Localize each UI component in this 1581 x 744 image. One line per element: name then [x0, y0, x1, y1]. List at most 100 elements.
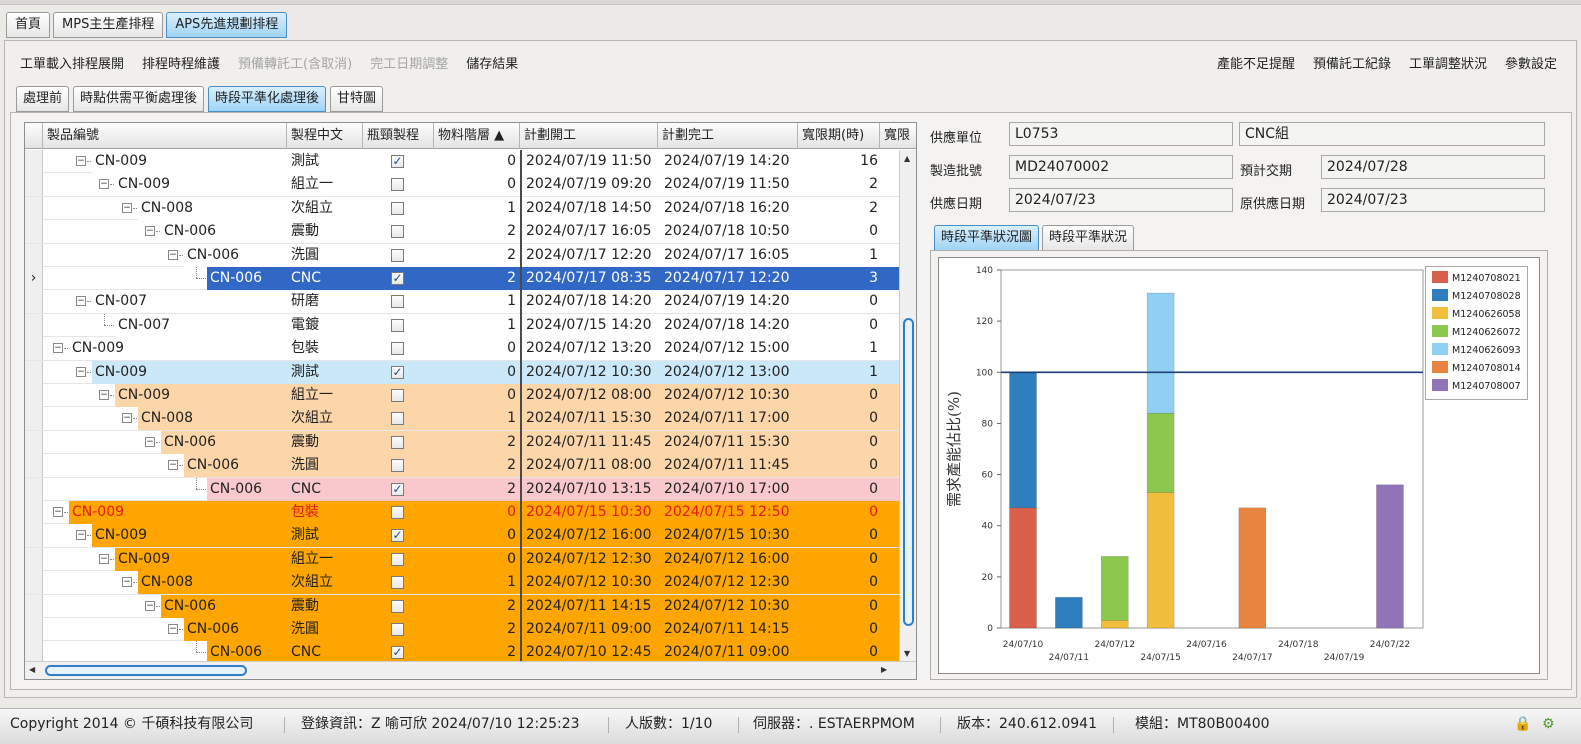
scroll-up-icon[interactable]: ▲	[904, 154, 910, 163]
horizontal-scrollbar[interactable]: ◀ ▶	[25, 661, 916, 679]
bottleneck-checkbox[interactable]	[391, 506, 404, 519]
table-row[interactable]: − CN-009 組立一 0 2024/07/12 12:30 2024/07/12 16…	[25, 547, 899, 572]
bottleneck-checkbox[interactable]	[391, 248, 404, 262]
row-indicator[interactable]	[25, 360, 43, 384]
lock-icon[interactable]: 🔒	[1514, 709, 1531, 739]
finish-date-adjust-button[interactable]: 完工日期調整	[370, 53, 448, 72]
tree-collapse-icon[interactable]: −	[99, 179, 109, 190]
row-indicator[interactable]	[25, 196, 43, 220]
scroll-left-icon[interactable]: ◀	[29, 665, 35, 674]
row-indicator[interactable]	[25, 454, 43, 478]
table-row[interactable]: › CN-006 CNC ✓ 2 2024/07/17 08:35 2024/07/17 1…	[25, 267, 899, 291]
header-product-code[interactable]: 製品編號	[43, 123, 287, 149]
tab-leveling[interactable]: 時段平準化處理後	[208, 86, 327, 112]
row-indicator[interactable]	[25, 430, 43, 454]
tree-collapse-icon[interactable]: −	[122, 202, 132, 213]
capacity-alert-button[interactable]: 產能不足提醒	[1217, 53, 1295, 72]
bottleneck-checkbox[interactable]	[391, 389, 404, 402]
table-row[interactable]: − CN-009 組立一 0 2024/07/19 09:20 2024/07/19 11…	[25, 173, 899, 197]
row-indicator[interactable]	[25, 618, 43, 641]
tree-collapse-icon[interactable]: −	[76, 366, 86, 377]
bottleneck-checkbox[interactable]: ✓	[391, 646, 404, 660]
tree-cell[interactable]: − CN-008	[43, 407, 287, 431]
supplier-code-field[interactable]: L0753	[1009, 122, 1233, 146]
tree-cell[interactable]: − CN-008	[43, 571, 287, 595]
bottleneck-checkbox[interactable]	[391, 178, 404, 192]
table-row[interactable]: CN-007 電鍍 1 2024/07/15 14:20 2024/07/18 14:2…	[25, 313, 899, 338]
vertical-scroll-thumb[interactable]	[903, 318, 914, 626]
tree-collapse-icon[interactable]: −	[76, 156, 86, 166]
tree-cell[interactable]: CN-007	[43, 313, 287, 337]
row-indicator[interactable]	[25, 337, 43, 361]
tab-leveling-status[interactable]: 時段平準狀況	[1042, 225, 1135, 251]
tree-cell[interactable]: − CN-006	[43, 243, 287, 267]
bottleneck-checkbox[interactable]	[391, 599, 404, 613]
tree-cell[interactable]: − CN-006	[43, 594, 287, 618]
bottleneck-checkbox[interactable]	[391, 459, 404, 473]
tree-collapse-icon[interactable]: −	[145, 436, 155, 447]
tree-collapse-icon[interactable]: −	[99, 553, 109, 564]
vertical-scrollbar[interactable]: ▲ ▼	[899, 150, 916, 662]
tree-cell[interactable]: − CN-009	[43, 150, 287, 173]
row-indicator[interactable]	[25, 594, 43, 618]
tab-aps[interactable]: APS先進規劃排程	[166, 12, 288, 38]
row-indicator[interactable]	[25, 524, 43, 548]
table-row[interactable]: − CN-007 研磨 1 2024/07/18 14:20 2024/07/19 14:…	[25, 290, 899, 314]
table-row[interactable]: − CN-006 洗圓 2 2024/07/17 12:20 2024/07/17 16:…	[25, 243, 899, 267]
bottleneck-checkbox[interactable]	[391, 412, 404, 426]
bottleneck-checkbox[interactable]: ✓	[391, 272, 404, 285]
tree-cell[interactable]: − CN-006	[43, 220, 287, 244]
tree-cell[interactable]: CN-006	[43, 641, 287, 662]
tree-collapse-icon[interactable]: −	[53, 507, 63, 517]
row-indicator[interactable]	[25, 150, 43, 173]
bottleneck-checkbox[interactable]	[391, 623, 404, 636]
tree-collapse-icon[interactable]: −	[145, 600, 155, 611]
load-schedule-button[interactable]: 工單載入排程展開	[20, 53, 124, 72]
tab-before[interactable]: 處理前	[16, 86, 70, 112]
tab-home[interactable]: 首頁	[6, 12, 51, 38]
tree-cell[interactable]: − CN-009	[43, 337, 287, 361]
bottleneck-checkbox[interactable]	[391, 225, 404, 239]
tree-cell[interactable]: − CN-008	[43, 196, 287, 220]
tree-cell[interactable]: − CN-007	[43, 290, 287, 314]
table-row[interactable]: − CN-006 洗圓 2 2024/07/11 09:00 2024/07/11 14:…	[25, 618, 899, 642]
scroll-right-icon[interactable]: ▶	[881, 665, 887, 674]
row-indicator[interactable]	[25, 641, 43, 662]
row-indicator[interactable]	[25, 501, 43, 524]
row-indicator[interactable]	[25, 313, 43, 337]
row-indicator[interactable]	[25, 220, 43, 244]
orig-supply-date-field[interactable]: 2024/07/23	[1321, 188, 1545, 212]
tree-cell[interactable]: − CN-006	[43, 454, 287, 478]
tree-collapse-icon[interactable]: −	[122, 577, 132, 588]
tree-collapse-icon[interactable]: −	[145, 226, 155, 237]
bottleneck-checkbox[interactable]: ✓	[391, 482, 404, 496]
tree-cell[interactable]: CN-006	[43, 477, 287, 501]
row-indicator[interactable]	[25, 173, 43, 197]
table-row[interactable]: − CN-006 震動 2 2024/07/11 11:45 2024/07/11 15:…	[25, 430, 899, 455]
tree-collapse-icon[interactable]: −	[99, 390, 109, 400]
bottleneck-checkbox[interactable]	[391, 435, 404, 449]
due-date-field[interactable]: 2024/07/28	[1321, 155, 1545, 179]
outsource-button[interactable]: 預備轉託工(含取消)	[238, 53, 352, 72]
table-row[interactable]: − CN-009 測試 ✓ 0 2024/07/12 16:00 2024/07/15 10…	[25, 524, 899, 548]
row-indicator[interactable]	[25, 407, 43, 431]
tab-mps[interactable]: MPS主生產排程	[53, 12, 164, 38]
tree-cell[interactable]: − CN-006	[43, 618, 287, 641]
tab-balance[interactable]: 時點供需平衡處理後	[73, 86, 205, 112]
header-grace[interactable]: 寬限	[880, 123, 916, 149]
scroll-down-icon[interactable]: ▼	[904, 649, 910, 658]
supplier-name-field[interactable]: CNC組	[1239, 122, 1545, 146]
table-row[interactable]: − CN-006 洗圓 2 2024/07/11 08:00 2024/07/11 11:…	[25, 454, 899, 478]
batch-number-field[interactable]: MD24070002	[1009, 155, 1233, 179]
row-indicator[interactable]	[25, 571, 43, 595]
table-row[interactable]: − CN-008 次組立 1 2024/07/11 15:30 2024/07/11 17…	[25, 407, 899, 431]
bottleneck-checkbox[interactable]: ✓	[391, 529, 404, 543]
tree-collapse-icon[interactable]: −	[76, 296, 86, 307]
bottleneck-checkbox[interactable]: ✓	[391, 155, 404, 168]
table-row[interactable]: − CN-008 次組立 1 2024/07/12 10:30 2024/07/12 12…	[25, 571, 899, 595]
table-row[interactable]: CN-006 CNC ✓ 2 2024/07/10 13:15 2024/07/10 17…	[25, 477, 899, 501]
table-row[interactable]: − CN-009 測試 ✓ 0 2024/07/12 10:30 2024/07/12 13…	[25, 360, 899, 384]
order-adjust-status-button[interactable]: 工單調整狀況	[1409, 53, 1487, 72]
supply-date-field[interactable]: 2024/07/23	[1009, 188, 1233, 212]
tree-cell[interactable]: − CN-009	[43, 501, 287, 524]
